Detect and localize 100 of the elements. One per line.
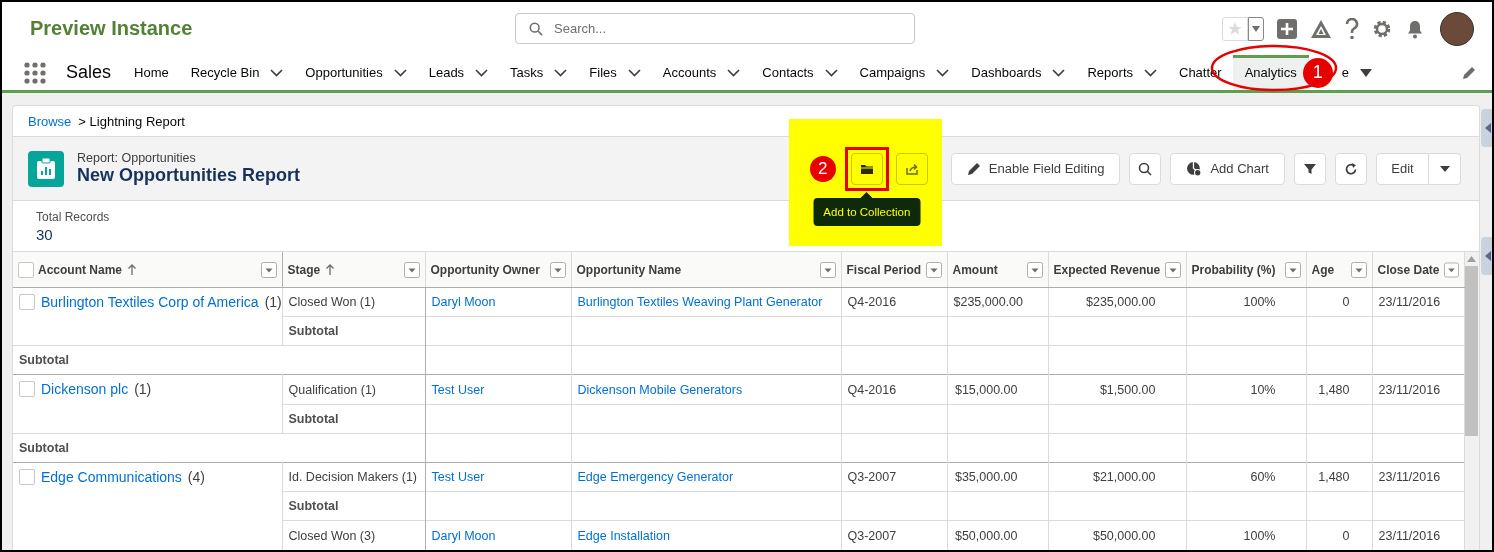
nav-tab[interactable]: Opportunities bbox=[305, 65, 383, 80]
nav-tab[interactable]: Tasks bbox=[510, 65, 544, 80]
checkbox[interactable] bbox=[19, 381, 35, 398]
chevron-down-icon[interactable] bbox=[475, 68, 489, 77]
column-header[interactable]: Account Name bbox=[38, 262, 138, 277]
pencil-icon[interactable] bbox=[1462, 65, 1476, 80]
search-button[interactable] bbox=[1129, 152, 1162, 185]
search-field[interactable]: Search... bbox=[515, 13, 915, 44]
caret-left-icon bbox=[1484, 123, 1491, 133]
nav-tab[interactable]: Reports bbox=[1087, 65, 1133, 80]
dropdown-icon[interactable] bbox=[1350, 261, 1367, 278]
dropdown-icon[interactable] bbox=[260, 261, 277, 278]
checkbox[interactable] bbox=[19, 294, 35, 310]
column-header[interactable]: Opportunity Name bbox=[576, 262, 682, 277]
app-launcher-icon[interactable] bbox=[24, 61, 46, 84]
mountain-icon[interactable] bbox=[1310, 18, 1332, 39]
account-link[interactable]: Burlington Textiles Corp of America bbox=[41, 294, 259, 310]
report-type: Report: Opportunities bbox=[77, 151, 197, 165]
nav-tab[interactable]: Leads bbox=[428, 65, 465, 80]
chevron-down-icon[interactable] bbox=[936, 68, 950, 77]
help-icon[interactable] bbox=[1345, 17, 1359, 40]
checkbox[interactable] bbox=[19, 468, 35, 485]
dropdown-icon[interactable] bbox=[1164, 261, 1181, 278]
caret-down-icon[interactable] bbox=[1359, 68, 1372, 77]
nav-tab[interactable]: Campaigns bbox=[859, 65, 926, 80]
report-title: New Opportunities Report bbox=[77, 165, 300, 186]
owner-link[interactable]: Test User bbox=[431, 382, 485, 397]
filter-button[interactable] bbox=[1294, 152, 1326, 185]
table-cell: Id. Decision Makers (1) bbox=[282, 462, 425, 492]
column-header[interactable]: Amount bbox=[952, 262, 998, 277]
panel-handle[interactable] bbox=[1481, 109, 1492, 147]
bell-icon[interactable] bbox=[1405, 18, 1425, 39]
opportunity-link[interactable]: Burlington Textiles Weaving Plant Generator bbox=[577, 295, 823, 310]
opportunity-link[interactable]: Edge Installation bbox=[577, 528, 670, 543]
sort-arrow-up-icon[interactable] bbox=[325, 263, 336, 276]
nav-tab[interactable]: Files bbox=[589, 65, 617, 80]
refresh-button[interactable] bbox=[1335, 152, 1367, 185]
table-cell: 10% bbox=[1186, 374, 1306, 405]
column-header[interactable]: Age bbox=[1311, 262, 1335, 277]
dropdown-icon[interactable] bbox=[1026, 261, 1043, 278]
owner-link[interactable]: Test User bbox=[431, 470, 485, 484]
search-icon bbox=[1138, 161, 1153, 176]
enable-field-editing-button[interactable]: Enable Field Editing bbox=[950, 152, 1121, 185]
add-icon[interactable] bbox=[1277, 18, 1297, 39]
opportunity-link[interactable]: Edge Emergency Generator bbox=[577, 470, 734, 484]
table-cell: Subtotal bbox=[13, 345, 425, 375]
chevron-down-icon[interactable] bbox=[270, 68, 284, 77]
opportunity-link[interactable]: Dickenson Mobile Generators bbox=[577, 382, 743, 397]
add-to-collection-button[interactable] bbox=[850, 152, 883, 185]
chevron-down-icon[interactable] bbox=[1144, 68, 1157, 77]
table-cell: $1,500.00 bbox=[1048, 374, 1186, 405]
edit-button[interactable]: Edit bbox=[1376, 152, 1429, 185]
add-chart-button[interactable]: Add Chart bbox=[1170, 152, 1285, 185]
nav-tab[interactable]: Dashboards bbox=[971, 65, 1042, 80]
dropdown-icon[interactable] bbox=[925, 261, 942, 278]
account-link[interactable]: Dickenson plc bbox=[41, 381, 129, 398]
breadcrumb-current: > Lightning Report bbox=[78, 113, 185, 129]
dropdown-icon[interactable] bbox=[819, 261, 836, 278]
table-cell: $235,000.00 bbox=[1048, 287, 1186, 317]
checkbox[interactable] bbox=[18, 261, 34, 278]
chevron-down-icon[interactable] bbox=[554, 68, 568, 77]
panel-handle[interactable] bbox=[1481, 237, 1492, 275]
dropdown-icon[interactable] bbox=[403, 261, 420, 278]
star-icon bbox=[1227, 20, 1243, 37]
table-cell: 1,480 bbox=[1306, 462, 1372, 492]
nav-tab[interactable]: Home bbox=[134, 65, 169, 80]
dropdown-icon[interactable] bbox=[1443, 261, 1459, 278]
account-link[interactable]: Edge Communications bbox=[41, 468, 182, 485]
table-cell: Q4-2016 bbox=[841, 374, 947, 405]
nav-tab[interactable]: Recycle Bin bbox=[190, 65, 260, 80]
table-cell: 100% bbox=[1186, 287, 1306, 317]
sort-arrow-up-icon[interactable] bbox=[127, 263, 138, 276]
more-actions-button[interactable] bbox=[1429, 152, 1461, 185]
table-cell: 100% bbox=[1186, 520, 1306, 550]
table-cell: 23/11/2016 bbox=[1372, 374, 1464, 405]
owner-link[interactable]: Daryl Moon bbox=[431, 295, 496, 310]
share-button[interactable] bbox=[895, 152, 928, 185]
chevron-down-icon[interactable] bbox=[627, 68, 641, 77]
chevron-down-icon[interactable] bbox=[727, 68, 741, 77]
dropdown-icon[interactable] bbox=[1284, 261, 1301, 278]
total-records-value: 30 bbox=[36, 225, 53, 243]
dropdown-icon[interactable] bbox=[549, 261, 566, 278]
avatar[interactable] bbox=[1440, 11, 1474, 46]
caret-left-icon bbox=[1484, 251, 1491, 261]
settings-icon[interactable] bbox=[1372, 18, 1392, 39]
tooltip-pointer bbox=[860, 191, 873, 198]
table-cell: 23/11/2016 bbox=[1372, 520, 1464, 550]
report-icon bbox=[28, 150, 64, 187]
chevron-down-icon[interactable] bbox=[824, 68, 838, 77]
owner-link[interactable]: Daryl Moon bbox=[431, 528, 496, 543]
table-cell: Closed Won (1) bbox=[282, 287, 425, 317]
chevron-down-icon[interactable] bbox=[393, 68, 407, 77]
favorites-menu-button[interactable] bbox=[1248, 16, 1264, 41]
nav-tab[interactable]: e bbox=[1341, 65, 1349, 80]
breadcrumb-link[interactable]: Browse bbox=[28, 113, 72, 129]
chevron-down-icon[interactable] bbox=[1052, 68, 1066, 77]
record-count: (1) bbox=[264, 294, 282, 310]
nav-tab[interactable]: Accounts bbox=[662, 65, 717, 80]
column-header[interactable]: Stage bbox=[287, 262, 336, 277]
nav-tab[interactable]: Contacts bbox=[762, 65, 814, 80]
